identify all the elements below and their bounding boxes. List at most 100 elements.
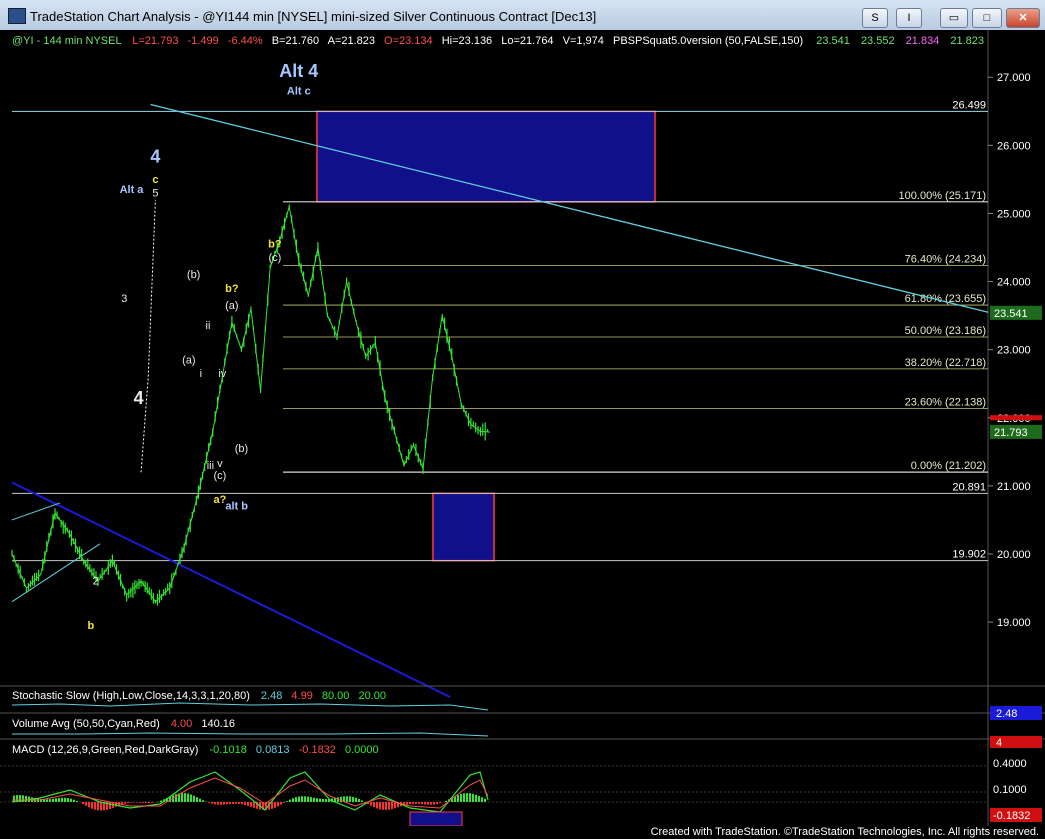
wave-annotation: 5 [152,187,158,199]
wave-annotation: 4 [150,146,160,166]
footer-credit: Created with TradeStation. ©TradeStation… [650,826,1039,838]
volume-v1: 4.00 [171,718,192,730]
y-tick-label: 24.000 [997,277,1031,289]
status-indicator: PBSPSquat5.0version (50,FALSE,150) [613,35,803,47]
wave-annotation: 4 [134,388,144,408]
stoch-label-line: Stochastic Slow (High,Low,Close,14,3,3,1… [12,690,386,702]
wave-annotation: alt b [225,501,248,513]
symbol-link-button[interactable]: S [862,8,888,28]
wave-annotation: (b) [235,443,248,455]
macd-v2: 0.0813 [256,744,290,756]
wave-annotation: 3 [121,293,127,305]
price-mark-label: 20.891 [952,481,986,493]
macd-highlight-box [409,811,463,827]
chart-canvas[interactable]: @YI - 144 min NYSEL L=21.793 -1.499 -6.4… [0,30,1045,827]
volume-avg-line [12,732,489,737]
price-mark-label: 19.902 [952,549,986,561]
chart-window[interactable]: @YI - 144 min NYSEL L=21.793 -1.499 -6.4… [0,30,1045,827]
status-symbol: @YI - 144 min NYSEL [12,35,121,47]
status-ind-v1: 23.541 [816,35,850,47]
y-tick-label: 25.000 [997,208,1031,220]
tradestation-app-icon [8,8,26,24]
status-change: -1.499 [188,35,219,47]
footer: Created with TradeStation. ©TradeStation… [0,826,1045,839]
volume-axis-value: 4 [996,737,1002,749]
status-ind-v4: 21.823 [950,35,984,47]
wave-annotation: (a) [225,300,238,312]
minimize-button[interactable]: ▭ [940,8,968,28]
window-title: TradeStation Chart Analysis - @YI144 min… [30,9,597,24]
stoch-v1: 2.48 [261,690,282,702]
maximize-button[interactable]: □ [972,8,1002,28]
current-price-label: 21.793 [994,427,1028,439]
status-low: Lo=21.764 [501,35,553,47]
fib-level-label: 0.00% (21.202) [911,460,986,472]
alt-b-target-box [432,492,495,562]
y-tick-label: 20.000 [997,549,1031,561]
y-tick-label: 21.000 [997,481,1031,493]
wave-annotation: iv [218,368,226,380]
volume-label: Volume Avg (50,50,Cyan,Red) [12,718,160,730]
stoch-v3: 80.00 [322,690,350,702]
status-last: L=21.793 [132,35,178,47]
indicator-value-label: 23.541 [994,308,1028,320]
stoch-axis-value: 2.48 [996,708,1017,720]
status-ind-v3: 21.834 [906,35,940,47]
wave-annotation: (c) [268,252,281,264]
wave-annotation: v [217,458,223,470]
wave-annotation: Alt 4 [279,61,318,81]
status-high: Hi=23.136 [442,35,492,47]
status-volume: V=1,974 [563,35,604,47]
fib-level-label: 23.60% (22.138) [905,396,986,408]
blue-trendline [11,481,451,698]
macd-label-line: MACD (12,26,9,Green,Red,DarkGray) -0.101… [12,744,379,756]
fib-level-label: 38.20% (22.718) [905,357,986,369]
wave-annotation: i [200,368,202,380]
window-titlebar: TradeStation Chart Analysis - @YI144 min… [0,0,1045,31]
wave-annotation: (c) [214,470,227,482]
macd-axis-1: 0.4000 [993,758,1027,770]
wave-annotation: b? [268,239,282,251]
wave-annotation: c [152,174,158,186]
status-ind-v2: 23.552 [861,35,895,47]
macd-v3: -0.1832 [299,744,336,756]
close-button[interactable]: ✕ [1006,8,1040,28]
fib-level-label: 100.00% (25.171) [899,190,986,202]
wave-annotation: 2 [93,576,99,588]
y-tick-label: 23.000 [997,345,1031,357]
wave-annotation: (b) [187,269,200,281]
price-mark-label: 26.499 [952,99,986,111]
volume-label-line: Volume Avg (50,50,Cyan,Red) 4.00 140.16 [12,718,235,730]
cyan-lower-channel [11,543,101,603]
wave-annotation: Alt c [287,85,311,97]
status-open: O=23.134 [384,35,433,47]
stoch-k-line [11,702,489,711]
macd-axis-2: 0.1000 [993,784,1027,796]
macd-label: MACD (12,26,9,Green,Red,DarkGray) [12,744,198,756]
dotted-wave-connector [140,199,156,473]
wave-annotation: ii [206,320,211,332]
wave-annotation: b [88,620,95,632]
price-panel[interactable]: 27.00026.00025.00024.00023.00022.00021.0… [11,61,1042,698]
status-ask: A=21.823 [328,35,375,47]
fib-level-label: 50.00% (23.186) [905,325,986,337]
wave-annotation: b? [225,283,239,295]
macd-v4: 0.0000 [345,744,379,756]
stoch-v2: 4.99 [291,690,312,702]
status-line: @YI - 144 min NYSEL L=21.793 -1.499 -6.4… [12,35,984,47]
stoch-v4: 20.00 [358,690,386,702]
status-change-pct: -6.44% [228,35,263,47]
macd-axis-3: -0.1832 [993,810,1030,822]
y-tick-label: 26.000 [997,140,1031,152]
status-bid: B=21.760 [272,35,319,47]
indicator-link-button[interactable]: I [896,8,922,28]
wave-annotation: Alt a [120,184,145,196]
wave-annotation: (a) [182,354,195,366]
current-price-red-marker [990,415,1042,421]
volume-v2: 140.16 [201,718,235,730]
y-tick-label: 19.000 [997,617,1031,629]
macd-v1: -0.1018 [210,744,247,756]
y-tick-label: 27.000 [997,72,1031,84]
fib-level-label: 76.40% (24.234) [905,254,986,266]
stoch-label: Stochastic Slow (High,Low,Close,14,3,3,1… [12,690,250,702]
